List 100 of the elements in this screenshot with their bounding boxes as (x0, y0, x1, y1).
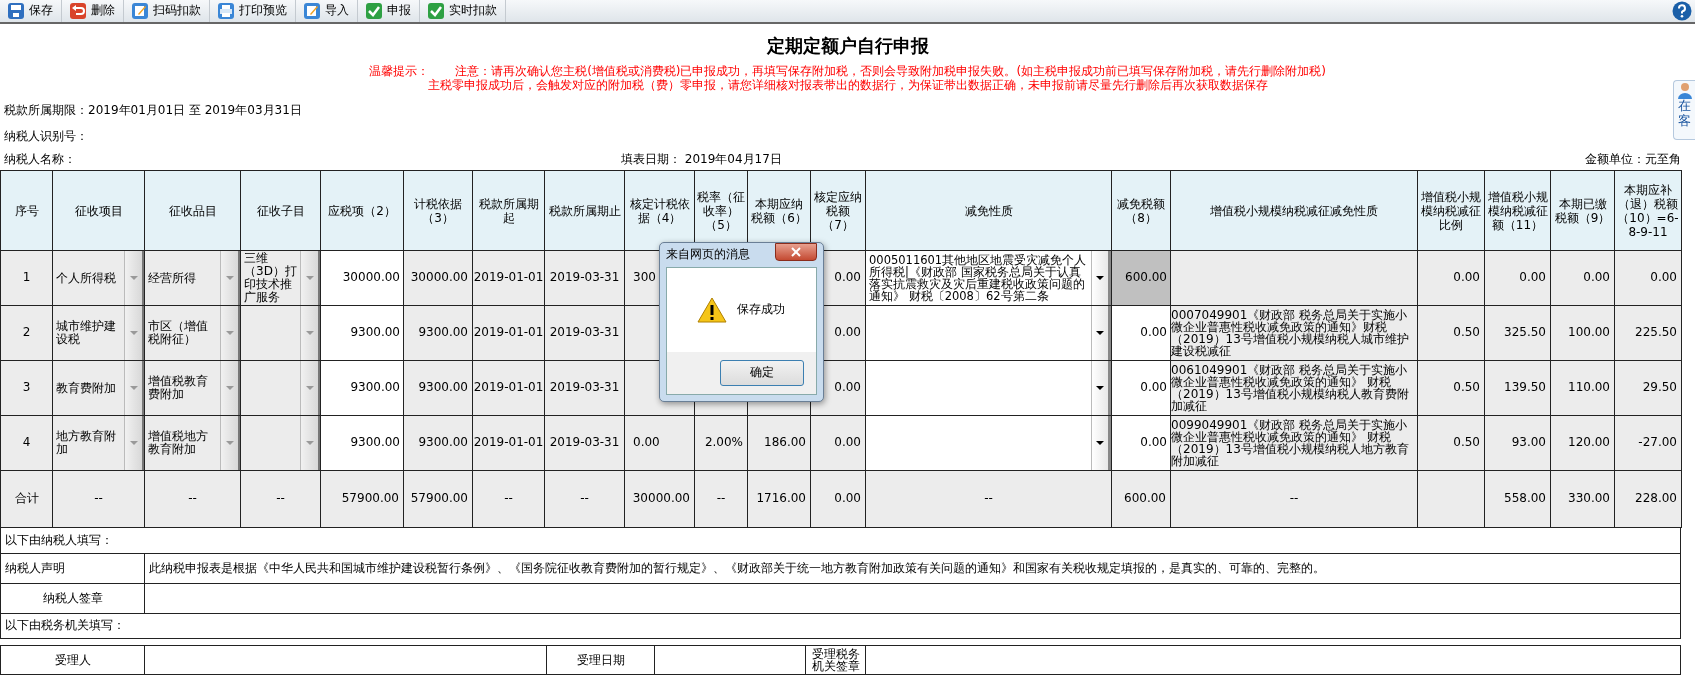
notice-text: 主税零申报成功后，会触发对应的附加税（费）零申报，请您详细核对报表带出的数据行，为保证带出数据正确，未申报前请尽量先行删除后再次获取数据保存 (427, 78, 1268, 92)
dropdown[interactable]: 个人所得税 (53, 251, 144, 305)
undo-icon (70, 3, 86, 19)
printer-icon (218, 3, 234, 19)
table-cell: 139.50 (1484, 360, 1551, 416)
input-field[interactable]: 0.00 (1112, 306, 1170, 360)
caret-icon (305, 441, 314, 445)
table-cell: 2 (0, 305, 53, 361)
input-field[interactable]: 600.00 (1112, 251, 1170, 305)
toolbar-button[interactable]: 实时扣款 (420, 0, 506, 22)
column-header: 减免税额（8） (1111, 170, 1171, 251)
table-cell: 2019-01-01 (472, 360, 545, 416)
table-cell: 30000.00 (403, 250, 473, 306)
field-label: 受理税务机关签章 (810, 648, 861, 672)
table-cell: 合计 (0, 470, 53, 528)
dropdown[interactable]: 城市维护建设税 (53, 306, 144, 360)
notice-label: 温馨提示： (369, 64, 430, 78)
dropdown[interactable]: 三维（3D）打印技术推广服务 (241, 251, 320, 305)
column-header: 减免性质 (865, 170, 1112, 251)
caret-icon (1096, 441, 1104, 445)
column-header: 增值税小规模纳税减征比例 (1417, 170, 1485, 251)
column-header: 增值税小规模纳税减征减免性质 (1170, 170, 1418, 251)
table-cell: 186.00 (747, 415, 811, 471)
input-field[interactable]: 0.00 (1112, 416, 1170, 470)
caret-icon (129, 386, 138, 390)
table-cell: 9300.00 (403, 360, 473, 416)
toolbar-button[interactable]: 保存 (0, 0, 62, 22)
dropdown[interactable]: 教育费附加 (53, 361, 144, 415)
input-field[interactable]: 9300.00 (321, 306, 403, 360)
table-cell: 325.50 (1484, 305, 1551, 361)
notice-text: 注意：请再次确认您主税(增值税或消费税)已申报成功，再填写保存附加税，否则会导致附加税申报失败。(如主税申报成功前已填写保存附加税，请先行删除附加税) (455, 64, 1326, 78)
table-cell: -- (240, 470, 321, 528)
table-cell: 1 (0, 250, 53, 306)
column-header: 核定应纳税额（7） (810, 170, 866, 251)
dropdown[interactable]: 增值税地方教育附加 (145, 416, 240, 470)
table-cell: 330.00 (1550, 470, 1615, 528)
edit-icon (304, 3, 320, 19)
online-service-widget[interactable]: 在 客 (1673, 80, 1695, 140)
input-field[interactable]: 9300.00 (321, 416, 403, 470)
toolbar-button[interactable]: 申报 (358, 0, 420, 22)
caret-icon (305, 331, 314, 335)
table-cell: 1716.00 (747, 470, 811, 528)
table-cell: 228.00 (1614, 470, 1682, 528)
table-cell: 0.50 (1417, 415, 1485, 471)
floppy-icon (8, 3, 24, 19)
dropdown[interactable]: 增值税教育费附加 (145, 361, 240, 415)
column-header: 本期已缴税额（9） (1550, 170, 1615, 251)
table-cell: 2019-01-01 (472, 415, 545, 471)
table-cell: 0.00 (624, 415, 695, 471)
column-header: 征收品目 (144, 170, 241, 251)
caret-icon (225, 331, 234, 335)
help-icon[interactable] (1672, 1, 1692, 21)
table-cell: 0.00 (810, 415, 866, 471)
edit-icon (132, 3, 148, 19)
table-cell: 2019-01-01 (472, 305, 545, 361)
table-cell: 0.00 (1550, 250, 1615, 306)
dropdown[interactable]: 地方教育附加 (53, 416, 144, 470)
dropdown[interactable]: 0005011601其他地区地震受灾减免个人所得税|《财政部 国家税务总局关于认真落实抗震救灾及灾后重建税收政策问题的通知》 财税〔2008〕62号第二条 (866, 251, 1111, 305)
table-cell: 9300.00 (403, 305, 473, 361)
ok-button[interactable]: 确定 (720, 360, 804, 386)
fill-date-label: 填表日期： 2019年04月17日 (621, 153, 782, 167)
toolbar-button[interactable]: 打印预览 (210, 0, 296, 22)
table-cell: -- (1170, 470, 1418, 528)
input-field[interactable]: 9300.00 (321, 361, 403, 415)
toolbar-button[interactable]: 删除 (62, 0, 124, 22)
page-title: 定期定额户自行申报 (765, 36, 930, 58)
caret-icon (1096, 276, 1104, 280)
caret-icon (225, 441, 234, 445)
column-header: 应税项（2） (320, 170, 404, 251)
table-cell: 600.00 (1111, 470, 1171, 528)
table-cell: 110.00 (1550, 360, 1615, 416)
column-header: 增值税小规模纳税减征额（11） (1484, 170, 1551, 251)
caret-icon (129, 276, 138, 280)
column-header: 税款所属期起 (472, 170, 545, 251)
table-cell: 558.00 (1484, 470, 1551, 528)
taxpayer-id-label: 纳税人识别号： (4, 130, 88, 144)
dropdown[interactable]: 市区（增值税附征） (145, 306, 240, 360)
table-cell: 0099049901《财政部 税务总局关于实施小微企业普惠性税收减免政策的通知》 财税（2019）13号增值税小规模纳税人地方教育附加减征 (1170, 415, 1418, 471)
table-cell: 57900.00 (320, 470, 404, 528)
close-button[interactable] (775, 243, 817, 261)
column-header: 序号 (0, 170, 53, 251)
table-cell: 225.50 (1614, 305, 1682, 361)
toolbar-button[interactable]: 扫码扣款 (124, 0, 210, 22)
table-cell: -- (694, 470, 748, 528)
check-icon (428, 3, 444, 19)
table-cell: 57900.00 (403, 470, 473, 528)
toolbar-button[interactable]: 导入 (296, 0, 358, 22)
table-cell: 0007049901《财政部 税务总局关于实施小微企业普惠性税收减免政策的通知》财税（2019）13号增值税小规模纳税人城市维护建设税减征 (1170, 305, 1418, 361)
section-heading: 以下由税务机关填写： (5, 619, 125, 633)
table-cell: 0.50 (1417, 360, 1485, 416)
caret-icon (1096, 331, 1104, 335)
table-cell: 0.00 (1484, 250, 1551, 306)
column-header: 计税依据（3） (403, 170, 473, 251)
table-cell: 2019-03-31 (544, 250, 625, 306)
person-icon (1675, 81, 1694, 99)
input-field[interactable]: 0.00 (1112, 361, 1170, 415)
input-field[interactable]: 30000.00 (321, 251, 403, 305)
section-heading: 以下由纳税人填写： (5, 533, 113, 548)
table-cell: 0.00 (1417, 250, 1485, 306)
dropdown[interactable]: 经营所得 (145, 251, 240, 305)
